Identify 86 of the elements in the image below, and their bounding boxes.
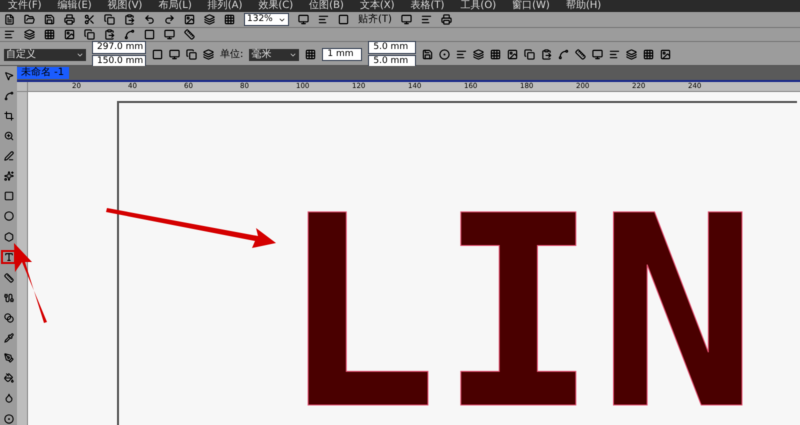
tool-icon[interactable] <box>4 252 14 262</box>
toolbar-icon[interactable] <box>4 29 15 40</box>
tool-icon[interactable] <box>4 232 14 242</box>
toolbar-icon[interactable] <box>144 14 155 25</box>
toolbar-icon[interactable] <box>592 49 604 60</box>
tool-icon[interactable] <box>4 393 14 404</box>
toolbar-icon[interactable] <box>298 14 309 25</box>
menu-item[interactable]: 位图(B) <box>309 0 344 12</box>
canvas-text[interactable]: LIN <box>279 209 758 419</box>
nudge-field[interactable]: 1 mm <box>322 48 362 61</box>
toolbar-icon[interactable] <box>575 49 586 60</box>
toolbar-icon[interactable] <box>24 29 35 40</box>
toolbar-icon[interactable] <box>24 14 35 25</box>
toolbar-icon[interactable] <box>203 49 214 60</box>
toolbar-icon[interactable] <box>164 29 175 40</box>
tool-icon[interactable] <box>4 171 14 182</box>
toolbar-icon[interactable] <box>558 49 570 60</box>
tool-icon[interactable] <box>4 333 14 344</box>
menu-item[interactable]: 布局(L) <box>158 0 192 12</box>
toolbar-icon[interactable] <box>660 49 672 60</box>
tool-icon[interactable] <box>4 110 14 121</box>
snap-button[interactable]: 贴齐(T) <box>358 14 392 26</box>
toolbar-icon[interactable] <box>104 14 115 25</box>
toolbar-icon[interactable] <box>400 14 412 25</box>
menu-item[interactable]: 帮助(H) <box>566 0 602 12</box>
toolbar-icon[interactable] <box>44 29 55 40</box>
toolbar-icon[interactable] <box>144 29 155 40</box>
tool-icon[interactable] <box>4 292 14 303</box>
width-field[interactable]: 297.0 mm <box>92 41 146 54</box>
menu-item[interactable]: 工具(O) <box>460 0 496 12</box>
toolbar-icon[interactable] <box>164 14 175 25</box>
toolbar-icon[interactable] <box>456 49 468 60</box>
menu-item[interactable]: 编辑(E) <box>58 0 92 12</box>
toolbar-icon[interactable] <box>152 49 163 60</box>
toolbar-icon[interactable] <box>64 29 75 40</box>
toolbar-icon[interactable] <box>473 49 484 60</box>
tool-icon[interactable] <box>4 151 14 162</box>
toolbar-icon[interactable] <box>204 14 215 25</box>
tool-icon[interactable] <box>4 353 14 364</box>
tool-icon[interactable] <box>4 414 14 424</box>
document-tab[interactable]: 未命名 -1 <box>17 67 69 79</box>
tool-icon[interactable] <box>4 130 14 141</box>
toolbar-icon[interactable] <box>440 14 452 25</box>
tool-icon[interactable] <box>4 272 14 283</box>
toolbar-icon[interactable] <box>64 14 75 25</box>
page-size-dropdown[interactable]: 自定义 <box>4 48 86 60</box>
menu-item[interactable]: 表格(T) <box>410 0 444 12</box>
toolbar-icon[interactable] <box>184 29 195 40</box>
toolbar-icon[interactable] <box>490 49 502 60</box>
tool-button[interactable] <box>1 372 16 385</box>
tool-icon[interactable] <box>4 191 14 202</box>
toolbar-icon[interactable] <box>507 49 518 60</box>
toolbar-icon[interactable] <box>104 29 115 40</box>
toolbar-icon[interactable] <box>422 49 434 60</box>
toolbar-icon[interactable] <box>84 29 95 40</box>
menu-item[interactable]: 视图(V) <box>108 0 142 12</box>
toolbar-icon[interactable] <box>626 49 638 60</box>
tool-icon[interactable] <box>4 373 14 384</box>
menu-item[interactable]: 效果(C) <box>258 0 294 12</box>
duplicate-x-field[interactable]: 5.0 mm <box>368 41 416 54</box>
toolbar-icon[interactable] <box>124 29 135 40</box>
nudge-icon[interactable] <box>305 49 316 60</box>
toolbar-icon[interactable] <box>44 14 55 25</box>
toolbar-icon[interactable] <box>541 49 552 60</box>
tool-icon[interactable] <box>4 90 14 101</box>
menu-item[interactable]: 排列(A) <box>208 0 242 12</box>
toolbar-icon[interactable] <box>84 14 95 25</box>
toolbar-icon[interactable] <box>338 14 349 25</box>
units-label: 单位: <box>220 48 244 60</box>
toolbar-icon[interactable] <box>318 14 329 25</box>
toolbar-icon[interactable] <box>186 49 197 60</box>
tool-icon[interactable] <box>4 70 14 81</box>
toolbar-icon[interactable] <box>420 14 432 25</box>
toolbar-icon[interactable] <box>643 49 654 60</box>
zoom-dropdown[interactable]: 132% <box>244 13 289 26</box>
tool-icon[interactable] <box>4 211 14 222</box>
units-dropdown[interactable]: 毫米 <box>249 48 300 60</box>
toolbar-icon[interactable] <box>609 49 620 60</box>
toolbar-icon[interactable] <box>524 49 536 60</box>
toolbar-icon[interactable] <box>439 49 450 60</box>
toolbar-icon[interactable] <box>4 14 15 25</box>
tool-icon[interactable] <box>4 312 14 323</box>
toolbar-icon[interactable] <box>224 14 235 25</box>
toolbar-icon[interactable] <box>169 49 180 60</box>
toolbar-icon[interactable] <box>184 14 195 25</box>
toolbar-icon[interactable] <box>124 14 135 25</box>
